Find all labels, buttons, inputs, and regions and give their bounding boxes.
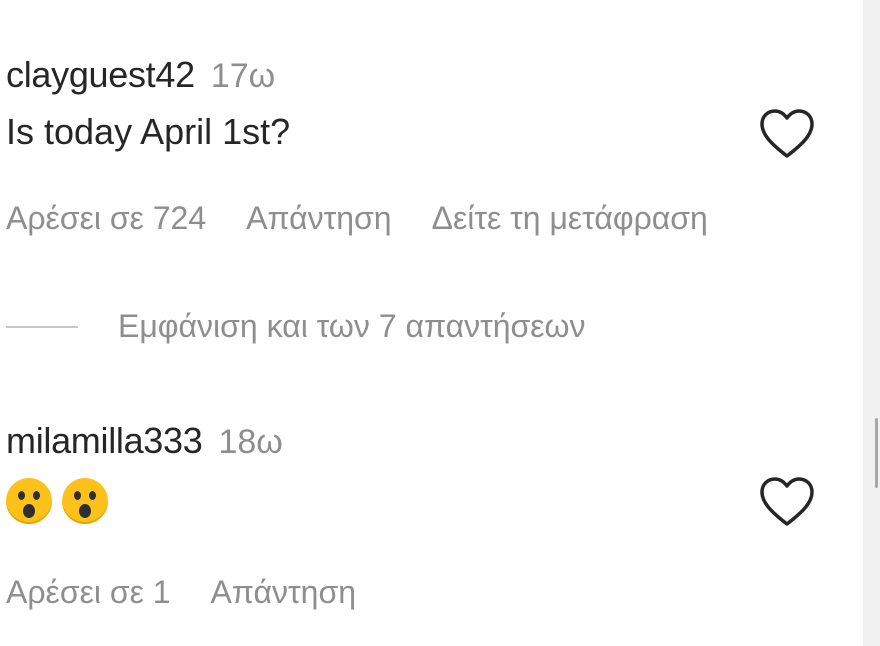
likes-count-link[interactable]: Αρέσει σε 1 bbox=[6, 574, 171, 611]
astonished-face-icon bbox=[6, 478, 52, 524]
like-heart-icon[interactable] bbox=[758, 108, 816, 160]
view-replies-label[interactable]: Εμφάνιση και των 7 απαντήσεων bbox=[118, 308, 586, 345]
translate-link[interactable]: Δείτε τη μετάφραση bbox=[432, 200, 708, 237]
like-heart-icon[interactable] bbox=[758, 476, 816, 528]
scrollbar-thumb[interactable] bbox=[875, 418, 878, 488]
comment-timestamp[interactable]: 17ω bbox=[211, 57, 275, 96]
reply-button[interactable]: Απάντηση bbox=[211, 574, 356, 611]
replies-divider-line bbox=[6, 325, 78, 328]
comment-username[interactable]: milamilla333 bbox=[6, 420, 203, 462]
comment: milamilla333 18ω Αρέσει σε 1 Απάντηση bbox=[6, 420, 846, 611]
comment: clayguest42 17ω Is today April 1st? Αρέσ… bbox=[6, 54, 846, 237]
view-replies-button[interactable]: Εμφάνιση και των 7 απαντήσεων bbox=[6, 308, 586, 345]
likes-count-link[interactable]: Αρέσει σε 724 bbox=[6, 200, 206, 237]
scrollbar-track[interactable] bbox=[863, 0, 880, 646]
reply-button[interactable]: Απάντηση bbox=[246, 200, 391, 237]
comment-username[interactable]: clayguest42 bbox=[6, 54, 195, 96]
astonished-face-icon bbox=[62, 478, 108, 524]
comment-timestamp[interactable]: 18ω bbox=[218, 423, 282, 462]
comment-actions: Αρέσει σε 1 Απάντηση bbox=[6, 574, 846, 611]
comment-text: Is today April 1st? bbox=[6, 111, 291, 152]
comment-actions: Αρέσει σε 724 Απάντηση Δείτε τη μετάφρασ… bbox=[6, 200, 880, 237]
comment-header: milamilla333 18ω bbox=[6, 420, 846, 464]
comment-emoji-text bbox=[6, 474, 846, 528]
comment-header: clayguest42 17ω bbox=[6, 54, 846, 98]
